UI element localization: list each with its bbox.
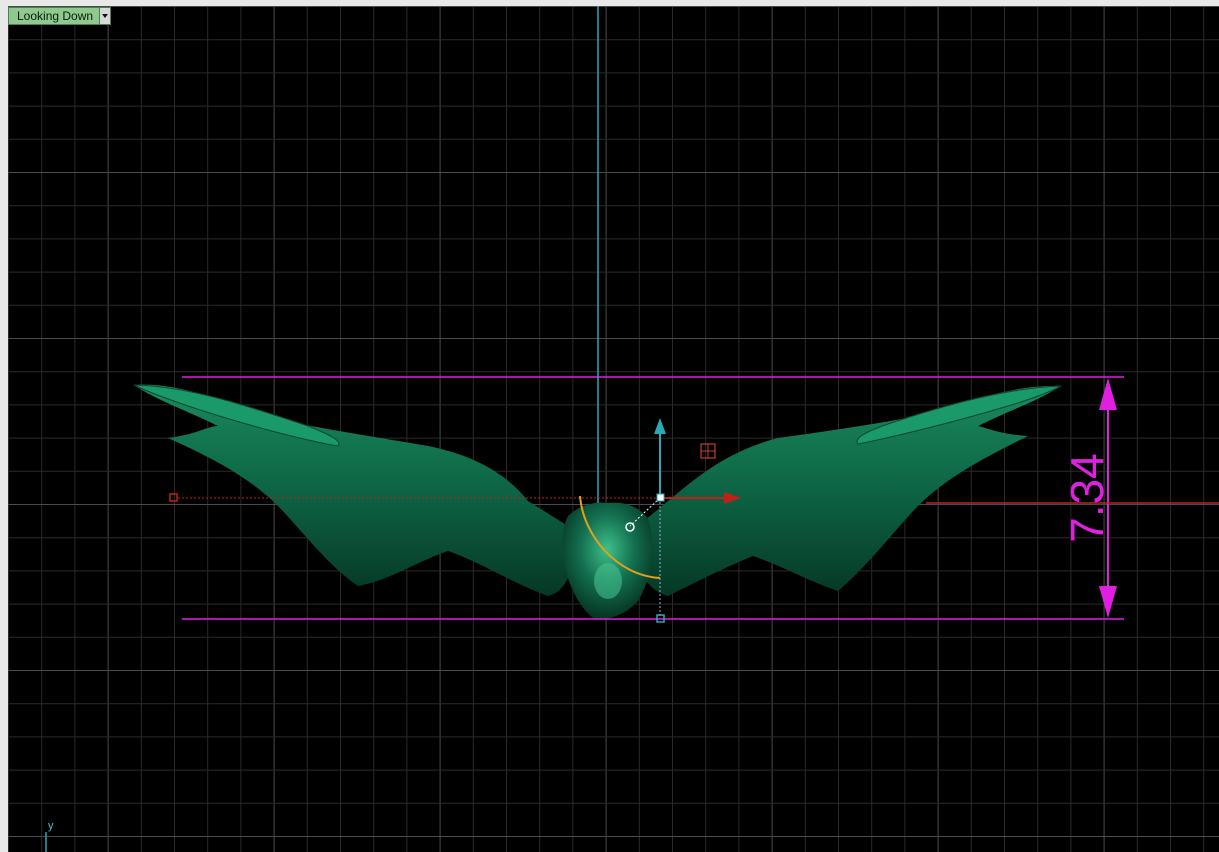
app-window: Looking Down 7.34 y bbox=[0, 0, 1219, 852]
3d-viewport[interactable]: Looking Down 7.34 y bbox=[8, 6, 1219, 852]
dimension-arrow-top bbox=[1099, 378, 1117, 410]
view-label[interactable]: Looking Down bbox=[8, 7, 101, 25]
dimension-value[interactable]: 7.34 bbox=[1061, 453, 1113, 543]
bat-head-highlight bbox=[594, 563, 622, 599]
view-selector[interactable]: Looking Down bbox=[8, 7, 112, 25]
viewport-canvas[interactable]: 7.34 y bbox=[8, 6, 1219, 852]
viewport-grid bbox=[8, 6, 1219, 852]
dimension-arrow-bottom bbox=[1099, 586, 1117, 618]
axis-y-label: y bbox=[48, 820, 54, 832]
chevron-down-icon[interactable] bbox=[100, 7, 112, 25]
scale-handle-icon[interactable] bbox=[700, 443, 716, 459]
right-wing[interactable] bbox=[635, 385, 1061, 596]
